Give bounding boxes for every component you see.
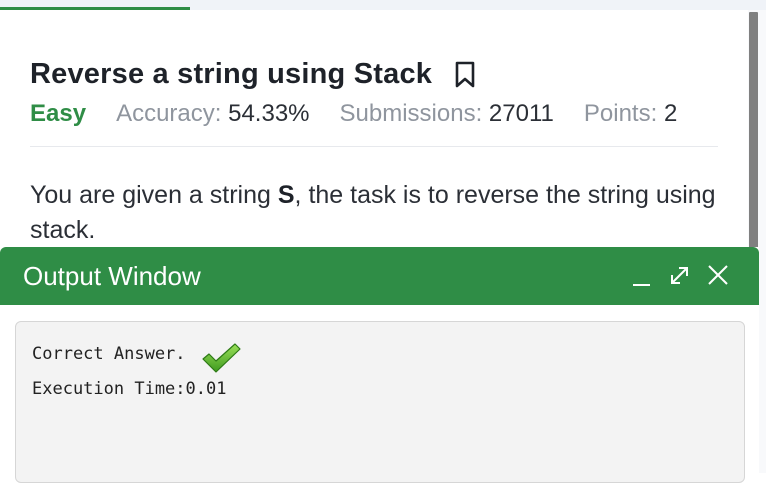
bookmark-icon[interactable]	[454, 61, 476, 89]
minimize-icon[interactable]	[628, 261, 654, 289]
description-text-start: You are given a string	[30, 181, 278, 209]
points-label: Points:	[583, 100, 658, 127]
problem-meta: Easy Accuracy: 54.33% Submissions: 27011…	[30, 100, 707, 128]
output-window: Output Window Correct Answer. Execution …	[0, 247, 759, 483]
execution-time-text: Execution Time:0.01	[32, 379, 227, 399]
difficulty-badge: Easy	[30, 100, 87, 127]
problem-header: Reverse a string using Stack	[30, 58, 476, 91]
close-icon[interactable]	[705, 261, 731, 289]
expand-icon[interactable]	[667, 261, 693, 289]
header-divider	[30, 146, 718, 147]
accuracy-label: Accuracy:	[116, 100, 222, 127]
output-console: Correct Answer. Execution Time:0.01	[15, 321, 745, 483]
checkmark-icon	[200, 342, 242, 374]
accuracy-value: 54.33%	[228, 100, 310, 127]
result-text: Correct Answer.	[32, 344, 186, 364]
output-window-header: Output Window	[0, 247, 759, 305]
points-value: 2	[663, 100, 678, 127]
output-window-title: Output Window	[23, 261, 201, 291]
description-variable: S	[277, 181, 295, 209]
submissions-label: Submissions:	[339, 100, 483, 127]
scrollbar-thumb[interactable]	[749, 12, 758, 252]
problem-title: Reverse a string using Stack	[30, 58, 433, 90]
submissions-value: 27011	[488, 100, 554, 127]
problem-description: You are given a string S, the task is to…	[30, 178, 720, 248]
